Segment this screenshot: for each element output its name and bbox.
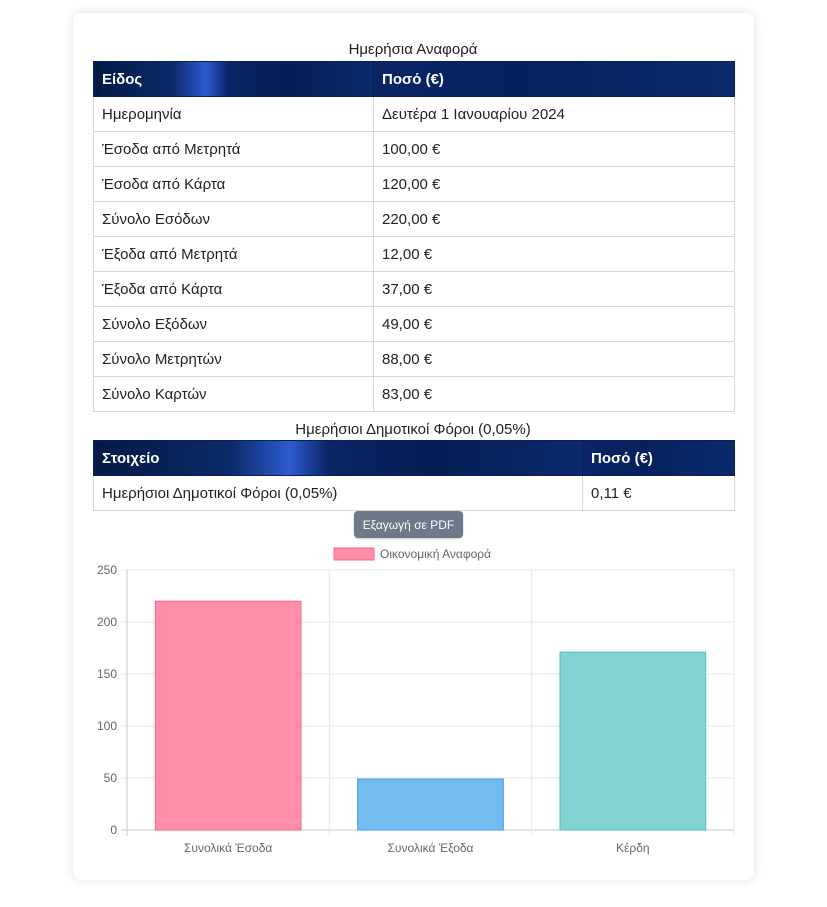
y-tick-label: 50 bbox=[104, 771, 118, 785]
financial-report-chart: 0 50 100 150 200 250 Συνολικά Έσοδα Συνολικά Έξ… bbox=[97, 547, 735, 855]
report-card: Ημερήσια Αναφορά Είδος Ποσό (€) Ημερομην… bbox=[73, 13, 754, 880]
bar[interactable] bbox=[559, 651, 707, 831]
chart-legend[interactable]: Οικονομική Αναφορά bbox=[333, 547, 491, 561]
legend-swatch bbox=[333, 547, 375, 561]
y-tick-label: 200 bbox=[97, 615, 117, 629]
x-tick-label: Συνολικά Έσοδα bbox=[184, 841, 272, 855]
chart-bars bbox=[154, 600, 707, 831]
legend-label: Οικονομική Αναφορά bbox=[380, 547, 491, 561]
y-tick-label: 0 bbox=[110, 823, 117, 837]
y-tick-label: 100 bbox=[97, 719, 117, 733]
bar[interactable] bbox=[154, 600, 302, 831]
bar[interactable] bbox=[357, 778, 504, 831]
x-tick-label: Κέρδη bbox=[616, 841, 650, 855]
y-tick-label: 150 bbox=[97, 667, 117, 681]
x-tick-label: Συνολικά Έξοδα bbox=[388, 841, 474, 855]
y-tick-label: 250 bbox=[97, 563, 117, 577]
